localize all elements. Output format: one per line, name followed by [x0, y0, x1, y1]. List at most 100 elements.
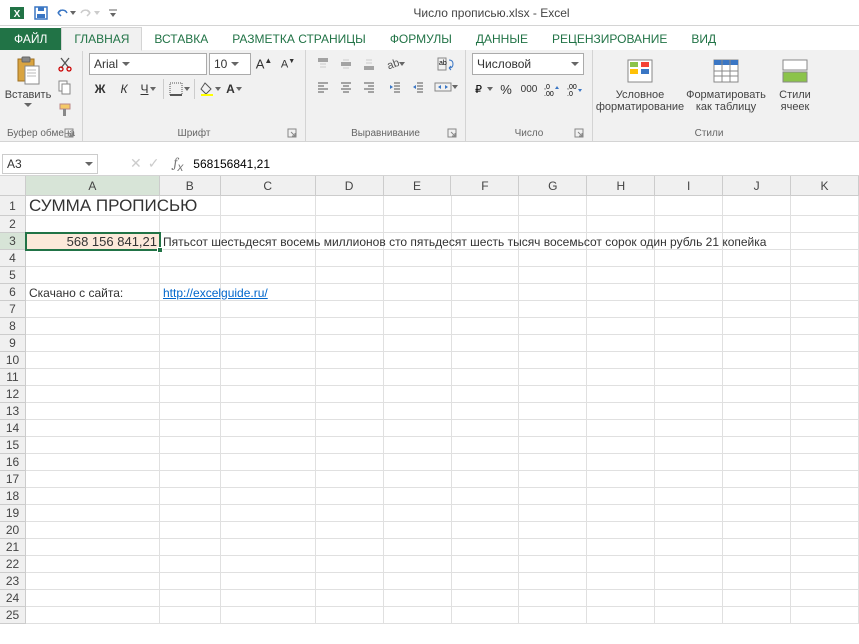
col-header-E[interactable]: E [384, 176, 452, 196]
col-header-G[interactable]: G [519, 176, 587, 196]
increase-font-button[interactable]: A▲ [253, 53, 275, 75]
align-left-button[interactable] [312, 76, 334, 98]
cell-a6[interactable]: Скачано с сайта: [29, 284, 123, 301]
name-box[interactable]: A3 [2, 154, 98, 174]
col-header-D[interactable]: D [316, 176, 384, 196]
row-header-21[interactable]: 21 [0, 539, 26, 556]
tab-formulas[interactable]: ФОРМУЛЫ [378, 28, 464, 50]
row-header-16[interactable]: 16 [0, 454, 26, 471]
align-top-button[interactable] [312, 53, 334, 75]
tab-home[interactable]: ГЛАВНАЯ [61, 27, 142, 51]
row-header-4[interactable]: 4 [0, 250, 26, 267]
undo-button[interactable] [54, 2, 76, 24]
col-header-I[interactable]: I [655, 176, 723, 196]
underline-button[interactable]: Ч [137, 78, 159, 100]
align-center-button[interactable] [335, 76, 357, 98]
row-header-18[interactable]: 18 [0, 488, 26, 505]
row-header-25[interactable]: 25 [0, 607, 26, 624]
row-header-2[interactable]: 2 [0, 216, 26, 233]
tab-file[interactable]: ФАЙЛ [0, 28, 61, 50]
cancel-formula-icon[interactable]: ✕ [130, 155, 142, 172]
decrease-indent-button[interactable] [384, 76, 406, 98]
conditional-formatting-button[interactable]: Условное форматирование [599, 53, 681, 123]
row-header-6[interactable]: 6 [0, 284, 26, 301]
col-header-B[interactable]: B [160, 176, 221, 196]
col-header-H[interactable]: H [587, 176, 655, 196]
row-header-5[interactable]: 5 [0, 267, 26, 284]
paste-button[interactable]: Вставить [6, 53, 50, 123]
row-header-1[interactable]: 1 [0, 196, 26, 216]
bold-button[interactable]: Ж [89, 78, 111, 100]
tab-page-layout[interactable]: РАЗМЕТКА СТРАНИЦЫ [220, 28, 378, 50]
percent-format-button[interactable]: % [495, 78, 517, 100]
row-header-20[interactable]: 20 [0, 522, 26, 539]
font-launcher[interactable] [287, 128, 299, 140]
copy-button[interactable] [54, 76, 76, 98]
orientation-button[interactable]: ab [384, 53, 406, 75]
font-name-combo[interactable]: Arial [89, 53, 207, 75]
row-header-17[interactable]: 17 [0, 471, 26, 488]
row-header-9[interactable]: 9 [0, 335, 26, 352]
tab-data[interactable]: ДАННЫЕ [464, 28, 540, 50]
redo-button[interactable] [78, 2, 100, 24]
row-header-22[interactable]: 22 [0, 556, 26, 573]
align-bottom-button[interactable] [358, 53, 380, 75]
decrease-font-button[interactable]: A▼ [277, 53, 299, 75]
increase-decimal-button[interactable]: ,0,00 [541, 78, 563, 100]
col-header-C[interactable]: C [221, 176, 316, 196]
font-color-button[interactable]: A [223, 78, 245, 100]
tab-insert[interactable]: ВСТАВКА [142, 28, 220, 50]
enter-formula-icon[interactable]: ✓ [148, 155, 160, 172]
number-launcher[interactable] [574, 128, 586, 140]
cell-styles-button[interactable]: Стили ячеек [771, 53, 819, 123]
fx-icon[interactable]: fx [167, 154, 189, 174]
accounting-format-button[interactable]: ₽ [472, 78, 494, 100]
wrap-text-button[interactable]: ab [433, 53, 459, 75]
row-header-24[interactable]: 24 [0, 590, 26, 607]
tab-view[interactable]: ВИД [679, 28, 728, 50]
format-painter-button[interactable] [54, 99, 76, 121]
cell-b3[interactable]: Пятьсот шестьдесят восемь миллионов сто … [163, 233, 766, 250]
decrease-decimal-button[interactable]: ,00,0 [564, 78, 586, 100]
row-header-7[interactable]: 7 [0, 301, 26, 318]
row-header-13[interactable]: 13 [0, 403, 26, 420]
cell-a1[interactable]: СУММА ПРОПИСЬЮ [29, 196, 197, 216]
excel-icon[interactable]: X [6, 2, 28, 24]
select-all-corner[interactable] [0, 176, 26, 196]
format-as-table-button[interactable]: Форматировать как таблицу [685, 53, 767, 123]
col-header-A[interactable]: A [26, 176, 160, 196]
italic-button[interactable]: К [113, 78, 135, 100]
number-format-combo[interactable]: Числовой [472, 53, 584, 75]
row-header-3[interactable]: 3 [0, 233, 26, 250]
row-header-8[interactable]: 8 [0, 318, 26, 335]
font-size-combo[interactable]: 10 [209, 53, 251, 75]
row-header-23[interactable]: 23 [0, 573, 26, 590]
alignment-launcher[interactable] [447, 128, 459, 140]
number-format-value: Числовой [477, 57, 531, 71]
comma-format-button[interactable]: 000 [518, 78, 540, 100]
increase-indent-button[interactable] [407, 76, 429, 98]
clipboard-launcher[interactable] [64, 128, 76, 140]
cut-button[interactable] [54, 53, 76, 75]
row-header-14[interactable]: 14 [0, 420, 26, 437]
tab-review[interactable]: РЕЦЕНЗИРОВАНИЕ [540, 28, 679, 50]
borders-button[interactable] [168, 78, 190, 100]
row-header-10[interactable]: 10 [0, 352, 26, 369]
row-header-12[interactable]: 12 [0, 386, 26, 403]
cell-a3[interactable]: 568 156 841,21 [26, 233, 160, 250]
cell-c6-link[interactable]: http://excelguide.ru/ [163, 284, 268, 301]
fill-handle[interactable] [157, 247, 163, 253]
row-header-19[interactable]: 19 [0, 505, 26, 522]
align-middle-button[interactable] [335, 53, 357, 75]
row-header-15[interactable]: 15 [0, 437, 26, 454]
align-right-button[interactable] [358, 76, 380, 98]
fill-color-button[interactable] [199, 78, 221, 100]
qat-customize-button[interactable] [102, 2, 124, 24]
col-header-J[interactable]: J [723, 176, 791, 196]
formula-bar-input[interactable] [189, 154, 859, 174]
col-header-F[interactable]: F [451, 176, 519, 196]
save-button[interactable] [30, 2, 52, 24]
col-header-K[interactable]: K [791, 176, 859, 196]
merge-center-button[interactable] [433, 76, 459, 98]
row-header-11[interactable]: 11 [0, 369, 26, 386]
